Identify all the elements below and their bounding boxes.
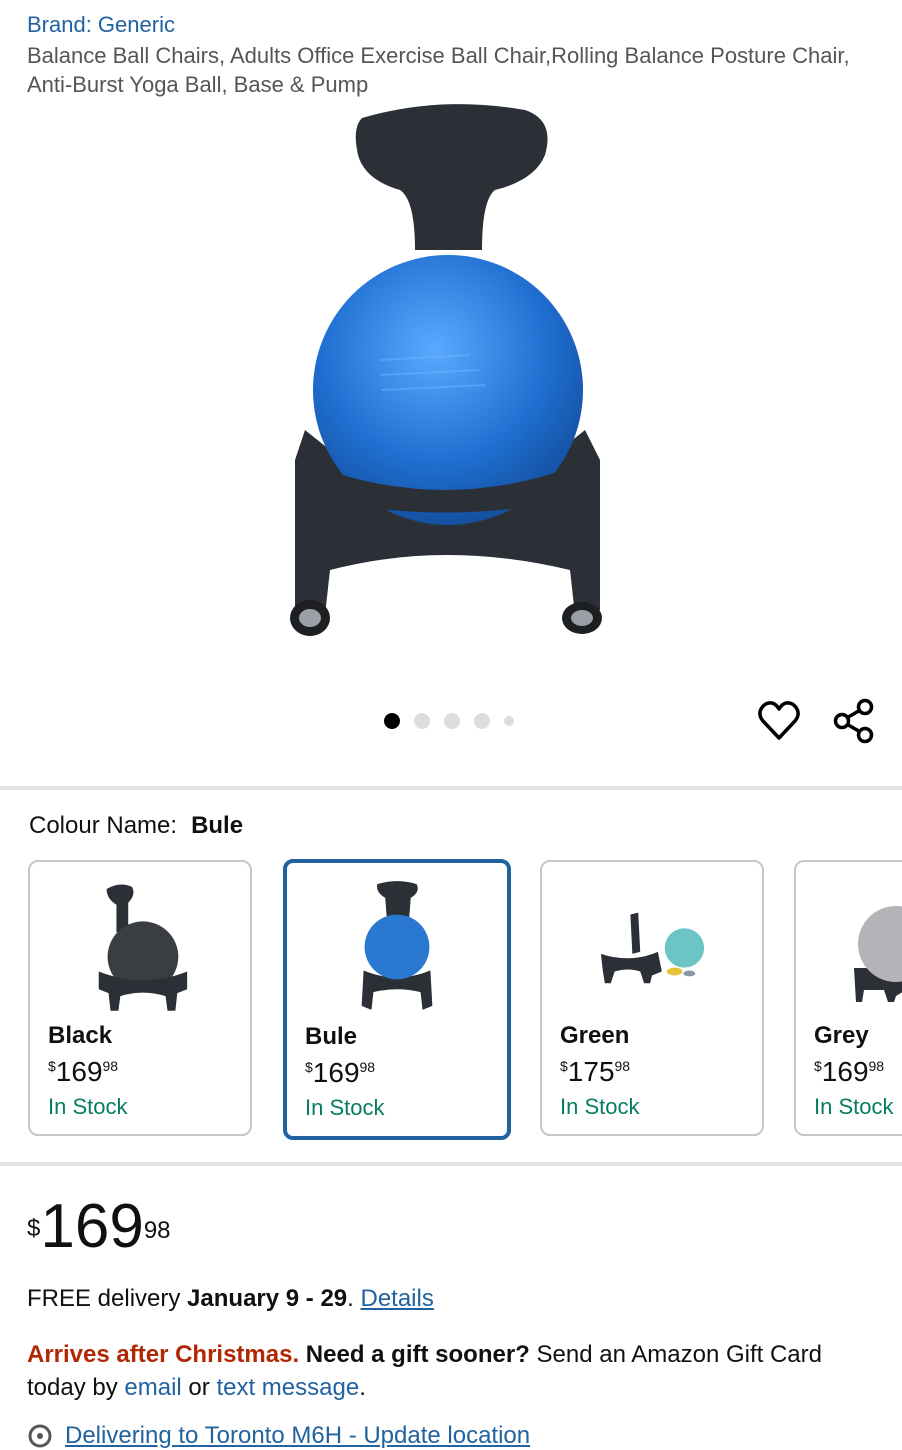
carousel-dot[interactable]: [444, 713, 460, 729]
section-divider: [0, 786, 902, 790]
swatch-bule[interactable]: Bule $16998 In Stock: [283, 859, 511, 1140]
swatch-price: $16998: [305, 1057, 376, 1088]
delivery-prefix: FREE delivery: [27, 1285, 188, 1312]
location-pin-icon: [28, 1424, 52, 1448]
location-text[interactable]: Delivering to Toronto M6H - Update locat…: [65, 1422, 530, 1450]
swatch-grey[interactable]: Grey $16998 In Stock: [794, 860, 902, 1136]
delivery-dates: January 9 - 29: [187, 1285, 348, 1312]
gift-sooner: Need a gift sooner?: [299, 1341, 530, 1368]
carousel-dot[interactable]: [384, 713, 400, 729]
swatch-stock: In Stock: [305, 1095, 385, 1120]
gift-notice: Arrives after Christmas. Need a gift soo…: [27, 1338, 877, 1404]
swatch-price: $17598: [560, 1056, 631, 1087]
text-message-link[interactable]: text message: [216, 1374, 359, 1401]
carousel-dot[interactable]: [504, 716, 514, 726]
swatch-green[interactable]: Green $17598 In Stock: [540, 860, 764, 1136]
swatch-name: Black: [48, 1022, 113, 1049]
delivery-location[interactable]: Delivering to Toronto M6H - Update locat…: [27, 1422, 530, 1450]
delivery-sep: .: [347, 1285, 361, 1312]
swatch-name: Bule: [305, 1023, 358, 1050]
colour-label: Colour Name:: [29, 812, 178, 839]
price-currency: $: [27, 1215, 41, 1242]
gift-end: .: [359, 1374, 366, 1401]
arrives-after-christmas: Arrives after Christmas.: [27, 1341, 300, 1368]
brand-link[interactable]: Brand: Generic: [27, 12, 175, 38]
swatch-price: $16998: [48, 1056, 119, 1087]
swatch-image: [854, 906, 902, 1002]
details-link[interactable]: Details: [360, 1285, 433, 1312]
carousel-dots: [384, 713, 514, 729]
swatch-image: [98, 884, 188, 1011]
colour-value: Bule: [191, 812, 244, 839]
section-divider: [0, 1162, 902, 1166]
swatch-image: [600, 912, 705, 984]
product-image[interactable]: [270, 100, 620, 660]
carousel-dot[interactable]: [474, 713, 490, 729]
swatch-price: $16998: [814, 1056, 885, 1087]
swatch-image: [361, 881, 433, 1010]
swatch-black[interactable]: Black $16998 In Stock: [28, 860, 252, 1136]
colour-name-row: Colour Name: Bule: [29, 812, 243, 840]
swatch-stock: In Stock: [48, 1094, 128, 1119]
swatch-stock: In Stock: [814, 1094, 894, 1119]
carousel-dot[interactable]: [414, 713, 430, 729]
gift-or: or: [181, 1374, 217, 1401]
price-whole: 169: [40, 1192, 144, 1261]
delivery-info: FREE delivery January 9 - 29. Details: [27, 1285, 434, 1313]
price-fraction: 98: [143, 1217, 171, 1244]
main-price: $16998: [27, 1195, 171, 1259]
swatch-stock: In Stock: [560, 1094, 640, 1119]
email-link[interactable]: email: [124, 1374, 181, 1401]
swatch-name: Green: [560, 1022, 630, 1049]
share-icon[interactable]: [832, 698, 876, 744]
product-title: Balance Ball Chairs, Adults Office Exerc…: [27, 43, 850, 97]
heart-icon[interactable]: [758, 700, 800, 742]
swatch-name: Grey: [814, 1022, 869, 1049]
